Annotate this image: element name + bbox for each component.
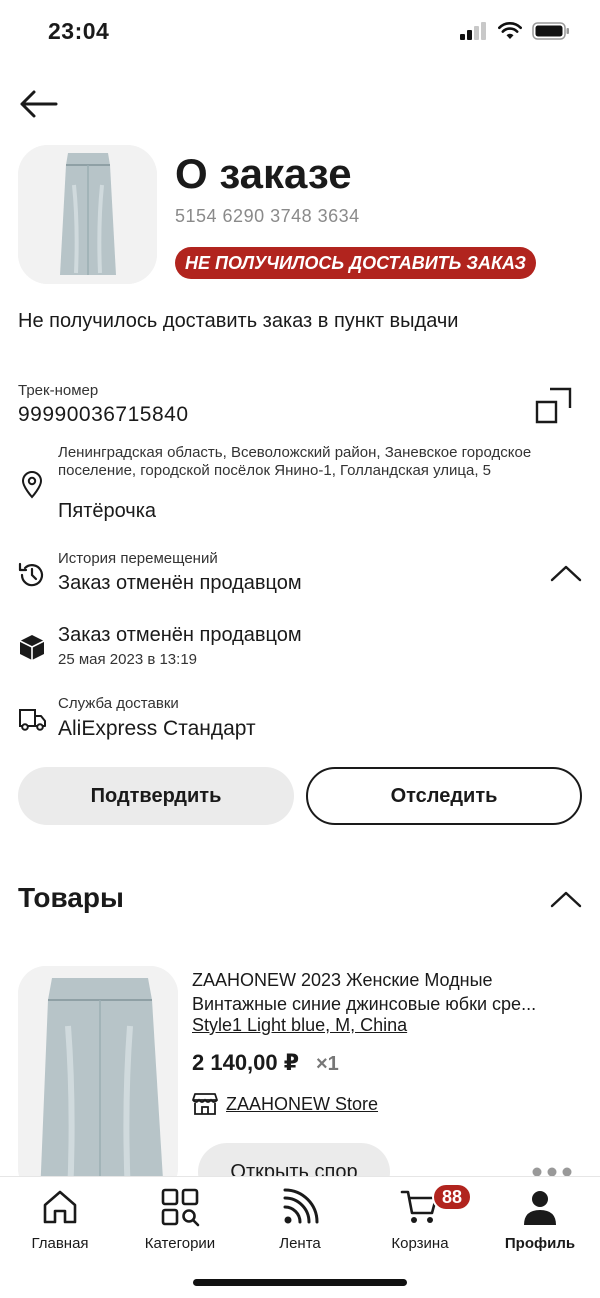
home-icon	[38, 1185, 82, 1229]
package-icon	[17, 632, 47, 662]
tracking-label: Трек-номер	[18, 382, 99, 399]
wifi-icon	[498, 22, 522, 39]
delivery-truck-icon	[17, 704, 47, 734]
tab-profile[interactable]: Профиль	[480, 1185, 600, 1255]
pickup-point-name: Пятёрочка	[58, 500, 157, 522]
status-badge: НЕ ПОЛУЧИЛОСЬ ДОСТАВИТЬ ЗАКАЗ	[175, 247, 536, 279]
bottom-tab-bar: Главная Категории Лента 88 Корзина Профи…	[0, 1176, 600, 1298]
jeans-skirt-image	[18, 966, 178, 1196]
history-collapse-button[interactable]	[548, 560, 584, 588]
chevron-up-icon	[550, 891, 582, 908]
back-button[interactable]	[16, 84, 60, 124]
product-name-line: Винтажные синие джинсовые юбки сре...	[192, 994, 537, 1014]
tab-label: Профиль	[504, 1235, 576, 1252]
status-time: 23:04	[48, 18, 110, 44]
history-event-date: 25 мая 2023 в 13:19	[58, 651, 198, 668]
delivery-service-name: AliExpress Стандарт	[58, 717, 256, 740]
tab-label: Категории	[144, 1235, 216, 1252]
order-number: 5154 6290 3748 3634	[175, 206, 360, 226]
tab-cart[interactable]: 88 Корзина	[360, 1183, 480, 1255]
history-latest-status: Заказ отменён продавцом	[58, 572, 302, 594]
track-button[interactable]: Отследить	[306, 767, 582, 825]
confirm-button[interactable]: Подтвердить	[18, 767, 294, 825]
tab-feed[interactable]: Лента	[240, 1185, 360, 1255]
product-name-line: ZAAHONEW 2023 Женские Модные	[192, 970, 493, 990]
copy-button[interactable]	[532, 384, 576, 428]
order-status-description: Не получилось доставить заказ в пункт вы…	[18, 310, 459, 332]
history-event-status: Заказ отменён продавцом	[58, 624, 302, 646]
tab-label: Лента	[279, 1235, 321, 1252]
product-image[interactable]	[18, 966, 178, 1196]
home-indicator	[193, 1279, 407, 1286]
product-price: 2 140,00 ₽	[192, 1050, 300, 1075]
tab-home[interactable]: Главная	[0, 1185, 120, 1255]
arrow-left-icon	[20, 90, 58, 118]
cart-count-badge: 88	[432, 1183, 472, 1211]
status-icons	[460, 22, 570, 40]
battery-icon	[532, 22, 569, 40]
store-icon	[192, 1093, 218, 1115]
store-link[interactable]: ZAAHONEW Store	[192, 1092, 378, 1116]
delivery-address: Ленинградская область, Всеволожский райо…	[58, 444, 532, 479]
chevron-up-icon	[550, 565, 582, 582]
products-section-title: Товары	[18, 882, 124, 913]
cellular-signal-icon	[460, 22, 486, 40]
product-quantity: ×1	[316, 1053, 339, 1075]
page-title: О заказе	[175, 150, 352, 197]
copy-icon	[535, 387, 572, 424]
tracking-number: 99990036715840	[18, 403, 189, 426]
tab-label: Корзина	[391, 1235, 449, 1252]
jeans-skirt-image	[18, 145, 157, 284]
tab-label: Главная	[31, 1235, 89, 1252]
store-name: ZAAHONEW Store	[226, 1093, 379, 1114]
history-icon	[17, 560, 47, 590]
product-name[interactable]: ZAAHONEW 2023 Женские Модные Винтажные с…	[192, 968, 584, 1016]
profile-icon	[518, 1185, 562, 1229]
status-bar: 23:04	[0, 0, 600, 64]
categories-icon	[158, 1185, 202, 1229]
location-pin-icon	[17, 470, 47, 500]
products-collapse-button[interactable]	[548, 886, 584, 914]
order-product-image	[18, 145, 157, 284]
history-label: История перемещений	[58, 550, 218, 567]
delivery-service-label: Служба доставки	[58, 695, 179, 712]
tab-categories[interactable]: Категории	[120, 1185, 240, 1255]
product-variant[interactable]: Style1 Light blue, M, China	[192, 1015, 407, 1036]
feed-icon	[278, 1185, 322, 1229]
